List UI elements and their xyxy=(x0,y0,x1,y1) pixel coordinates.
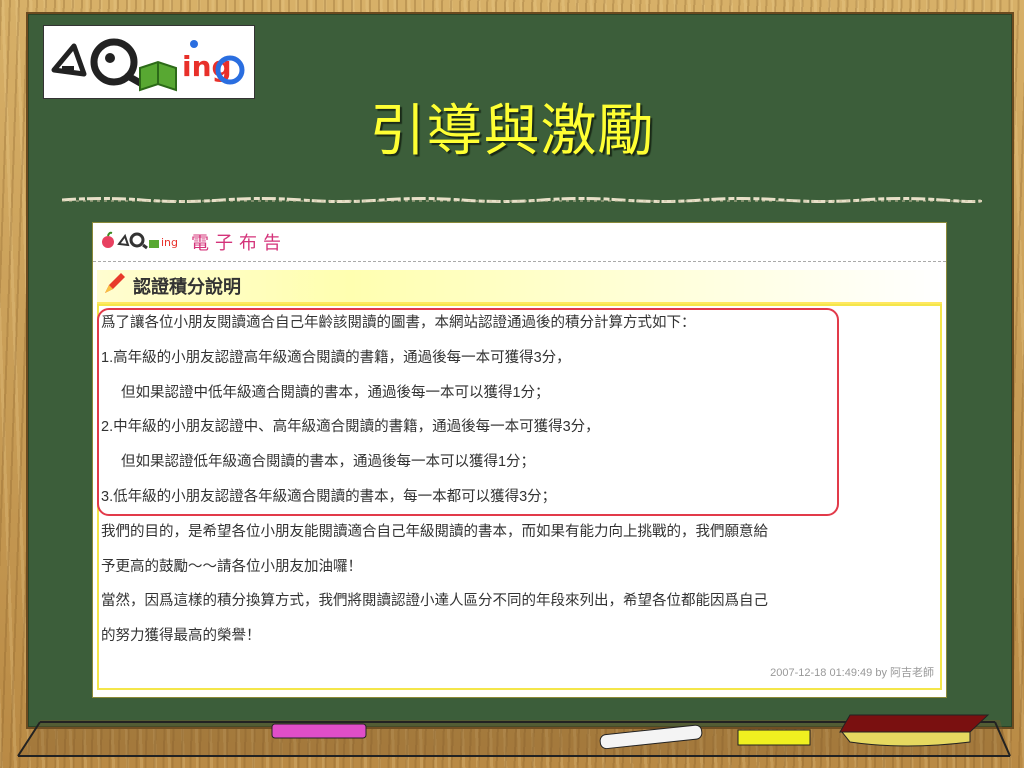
section-title: 認證積分說明 xyxy=(133,277,241,298)
divider xyxy=(62,197,982,203)
header-logo: ing xyxy=(117,230,187,254)
section-header: 認證積分說明 xyxy=(97,270,942,304)
text-line: 當然，因爲這樣的積分換算方式，我們將閱讀認證小達人區分不同的年段來列出，希望各位… xyxy=(101,593,768,610)
header-logo-text: ing xyxy=(161,236,178,249)
post-timestamp: 2007-12-18 01:49:49 by 阿吉老師 xyxy=(770,667,934,679)
bulletin-title: 電子布告 xyxy=(191,233,287,254)
apple-icon xyxy=(99,231,117,253)
eraser xyxy=(839,714,990,747)
text-line: 我們的目的，是希望各位小朋友能閱讀適合自己年級閱讀的書本，而如果有能力向上挑戰的… xyxy=(101,523,768,540)
chalk-ledge xyxy=(17,714,1011,757)
slide-title: 引導與激勵 xyxy=(369,99,655,164)
text-line: 予更高的鼓勵～～請各位小朋友加油囉！ xyxy=(101,558,362,575)
pink-chalk xyxy=(271,723,367,739)
rules-highlight-box xyxy=(97,308,839,516)
embedded-screenshot: ing 電子布告 認證積分說明 爲了讓各位小朋友閱讀適合自己年齡該閱讀的圖書，本… xyxy=(92,222,947,698)
bulletin-header: ing 電子布告 xyxy=(93,223,946,262)
pencil-icon xyxy=(101,271,127,301)
text-line: 的努力獲得最高的榮譽！ xyxy=(101,628,261,645)
yellow-chalk xyxy=(737,729,811,746)
content-body: 爲了讓各位小朋友閱讀適合自己年齡該閱讀的圖書，本網站認證通過後的積分計算方式如下… xyxy=(97,304,942,690)
